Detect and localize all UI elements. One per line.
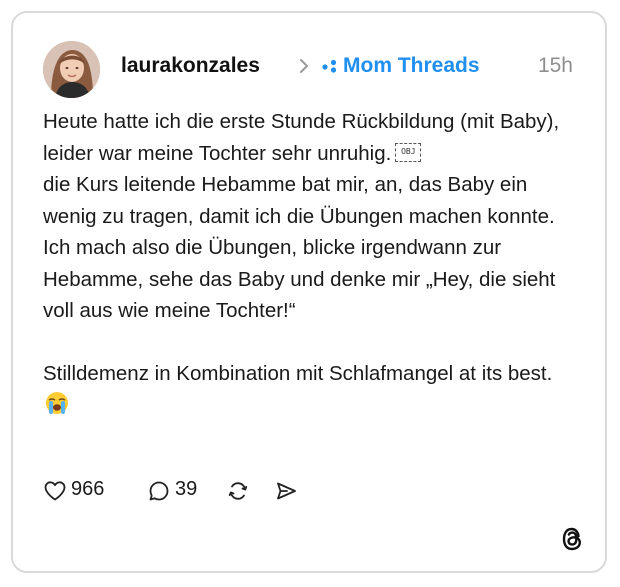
post-header: laurakonzales Mom Threads 15h: [43, 41, 573, 99]
threads-logo-icon: [562, 527, 581, 551]
like-count: 966: [71, 478, 105, 500]
post-body: Heute hatte ich die erste Stunde Rückbil…: [43, 106, 568, 421]
reply-count: 39: [175, 478, 198, 500]
community-dots-icon: [322, 59, 337, 73]
share-icon: [277, 482, 296, 500]
author-username[interactable]: laurakonzales: [121, 54, 260, 78]
post-paragraph-2: Stilldemenz in Kombination mit Schlafman…: [43, 358, 568, 421]
post-actions: 966 39: [43, 475, 343, 507]
post-card: laurakonzales Mom Threads 15h Heute hatt…: [11, 11, 607, 573]
avatar-photo: [43, 41, 100, 98]
post-paragraph-1: Heute hatte ich die erste Stunde Rückbil…: [43, 106, 568, 327]
community-name: Mom Threads: [343, 54, 480, 77]
post-timestamp: 15h: [537, 54, 573, 77]
post-text-part-3: Stilldemenz in Kombination mit Schlafman…: [43, 362, 553, 385]
post-text-part-2: die Kurs leitende Hebamme bat mir, an, d…: [43, 173, 556, 322]
loudly-crying-face-emoji: [46, 392, 68, 415]
object-placeholder-icon: OBJ: [395, 142, 422, 162]
avatar[interactable]: [43, 41, 100, 98]
post-text-part-1: Heute hatte ich die erste Stunde Rückbil…: [43, 110, 560, 165]
reply-bubble-icon: [149, 481, 169, 501]
heart-icon: [44, 481, 66, 501]
repost-icon: [228, 482, 248, 500]
chevron-right-icon: [300, 59, 308, 73]
